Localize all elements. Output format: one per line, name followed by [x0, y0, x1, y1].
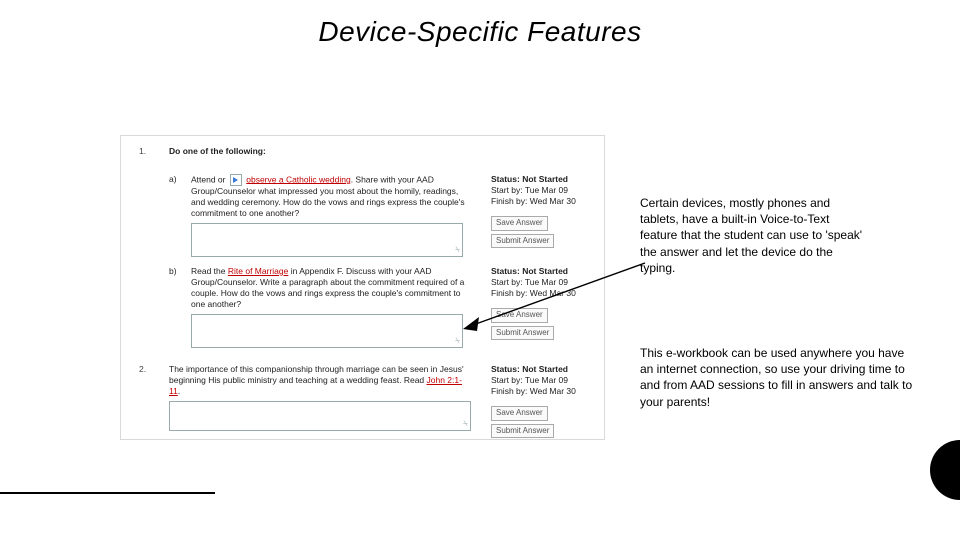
footer-rule: [0, 492, 215, 494]
q2-finish: Finish by: Wed Mar 30: [491, 386, 591, 397]
status-label: Status:: [491, 266, 520, 276]
q1b-pre: Read the: [191, 266, 226, 276]
submit-button[interactable]: Submit Answer: [491, 424, 554, 438]
resize-handle-icon: ⌿: [455, 245, 460, 255]
save-button[interactable]: Save Answer: [491, 406, 548, 420]
status-value: Not Started: [522, 364, 568, 374]
q2-answer-textarea[interactable]: ⌿: [169, 401, 471, 431]
q1a-pre: Attend or: [191, 174, 226, 184]
q1b-text: Read the Rite of Marriage in Appendix F.…: [191, 266, 471, 348]
status-value: Not Started: [522, 266, 568, 276]
q1b-status-block: Status: Not Started Start by: Tue Mar 09…: [491, 266, 591, 340]
save-button[interactable]: Save Answer: [491, 216, 548, 230]
paragraph-voice-to-text: Certain devices, mostly phones and table…: [640, 195, 865, 276]
status-label: Status:: [491, 174, 520, 184]
q2-post: .: [178, 386, 180, 396]
page-title: Device-Specific Features: [0, 16, 960, 48]
q1a-letter: a): [169, 174, 179, 185]
corner-decoration: [930, 440, 960, 500]
play-icon[interactable]: [230, 174, 242, 186]
paragraph-use-anywhere: This e-workbook can be used anywhere you…: [640, 345, 920, 410]
q1-number: 1.: [139, 146, 149, 157]
q1b-answer-textarea[interactable]: ⌿: [191, 314, 463, 348]
q1a-answer-textarea[interactable]: ⌿: [191, 223, 463, 257]
status-value: Not Started: [522, 174, 568, 184]
q1b-link[interactable]: Rite of Marriage: [228, 266, 288, 276]
workbook-panel: 1. Do one of the following: a) Attend or…: [120, 135, 605, 440]
q1b-finish: Finish by: Wed Mar 30: [491, 288, 591, 299]
q1b-letter: b): [169, 266, 179, 277]
resize-handle-icon: ⌿: [463, 419, 468, 429]
q1a-finish: Finish by: Wed Mar 30: [491, 196, 591, 207]
q1a-status-block: Status: Not Started Start by: Tue Mar 09…: [491, 174, 591, 248]
q2-status-block: Status: Not Started Start by: Tue Mar 09…: [491, 364, 591, 438]
q1b-start: Start by: Tue Mar 09: [491, 277, 591, 288]
submit-button[interactable]: Submit Answer: [491, 326, 554, 340]
save-button[interactable]: Save Answer: [491, 308, 548, 322]
q2-text: The importance of this companionship thr…: [169, 364, 471, 431]
q1a-start: Start by: Tue Mar 09: [491, 185, 591, 196]
q1a-link[interactable]: observe a Catholic wedding: [246, 174, 350, 184]
submit-button[interactable]: Submit Answer: [491, 234, 554, 248]
status-label: Status:: [491, 364, 520, 374]
resize-handle-icon: ⌿: [455, 336, 460, 346]
q2-pre: The importance of this companionship thr…: [169, 364, 464, 385]
q2-start: Start by: Tue Mar 09: [491, 375, 591, 386]
q1a-text: Attend or observe a Catholic wedding. Sh…: [191, 174, 471, 257]
q1-lead: Do one of the following:: [169, 146, 469, 157]
q2-number: 2.: [139, 364, 149, 375]
